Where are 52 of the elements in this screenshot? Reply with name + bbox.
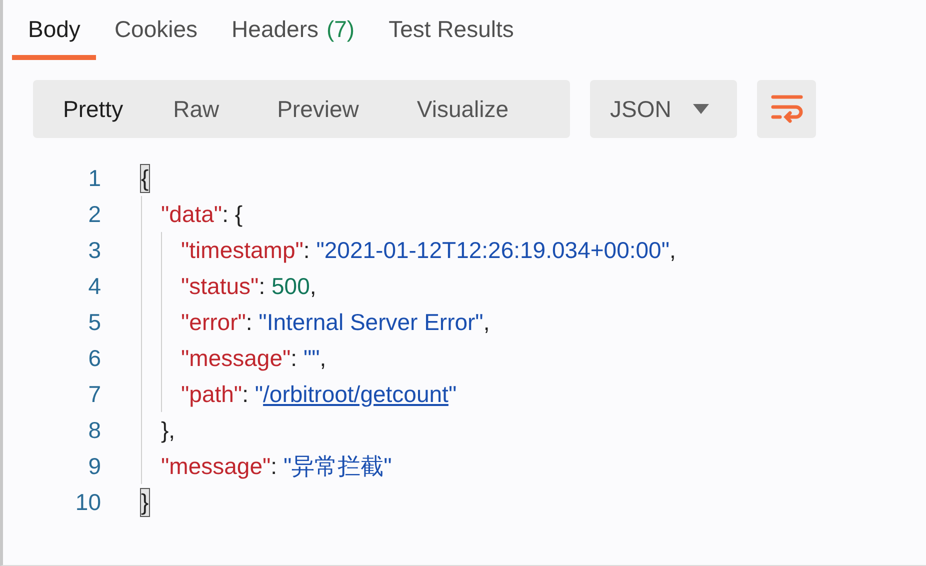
- json-key: "status": [181, 272, 259, 300]
- view-mode-tab[interactable]: Visualize: [398, 96, 527, 122]
- line-number: 9: [87, 452, 101, 480]
- json-key: "timestamp": [181, 236, 304, 264]
- path-link[interactable]: /orbitroot/getcount: [263, 380, 448, 408]
- line-number: 10: [74, 488, 101, 516]
- response-tab[interactable]: Cookies: [98, 14, 214, 60]
- json-punctuation: ,: [483, 308, 490, 336]
- line-number: 8: [87, 416, 101, 444]
- json-key: "path": [181, 380, 242, 408]
- line-number: 1: [87, 164, 101, 192]
- json-punctuation: {: [141, 164, 149, 192]
- json-string: "2021-01-12T12:26:19.034+00:00": [316, 236, 670, 264]
- json-punctuation: :: [303, 236, 311, 264]
- json-punctuation: ,: [320, 344, 326, 372]
- line-number: 5: [87, 308, 101, 336]
- json-punctuation: : {: [222, 200, 243, 228]
- caret-icon: [693, 104, 709, 114]
- json-punctuation: },: [161, 416, 176, 444]
- view-mode-tab[interactable]: Pretty: [45, 96, 142, 122]
- json-string: ": [254, 380, 264, 406]
- json-key: "error": [181, 308, 246, 336]
- wrap-lines-icon: [770, 94, 804, 124]
- json-number: 500: [271, 272, 310, 300]
- json-string: "Internal Server Error": [258, 308, 484, 336]
- line-number: 7: [87, 380, 101, 408]
- json-string: "异常拦截": [283, 452, 392, 480]
- wrap-button[interactable]: [757, 80, 816, 138]
- json-punctuation: :: [242, 380, 250, 408]
- line-number: 3: [87, 236, 101, 264]
- line-number: 4: [87, 272, 101, 300]
- line-number: 6: [87, 344, 101, 372]
- json-key: "message": [161, 452, 271, 480]
- json-key: "data": [161, 200, 222, 228]
- view-mode-tab[interactable]: Preview: [259, 96, 377, 122]
- format-dropdown[interactable]: JSON: [590, 80, 737, 138]
- response-tab[interactable]: Test Results: [372, 14, 530, 60]
- json-punctuation: :: [246, 308, 254, 336]
- json-key: "message": [181, 344, 291, 372]
- json-string: "": [303, 344, 320, 372]
- json-punctuation: :: [290, 344, 298, 372]
- json-string: ": [448, 380, 457, 406]
- response-tab[interactable]: Headers (7): [216, 14, 371, 60]
- json-punctuation: ,: [670, 236, 676, 264]
- view-mode-tab[interactable]: Raw: [155, 96, 238, 122]
- json-punctuation: :: [258, 272, 266, 300]
- response-tab[interactable]: Body: [12, 14, 96, 60]
- line-number: 2: [87, 200, 101, 228]
- json-punctuation: }: [141, 488, 149, 516]
- count-label: (7): [326, 16, 355, 42]
- json-punctuation: ,: [310, 272, 316, 300]
- json-punctuation: :: [270, 452, 278, 480]
